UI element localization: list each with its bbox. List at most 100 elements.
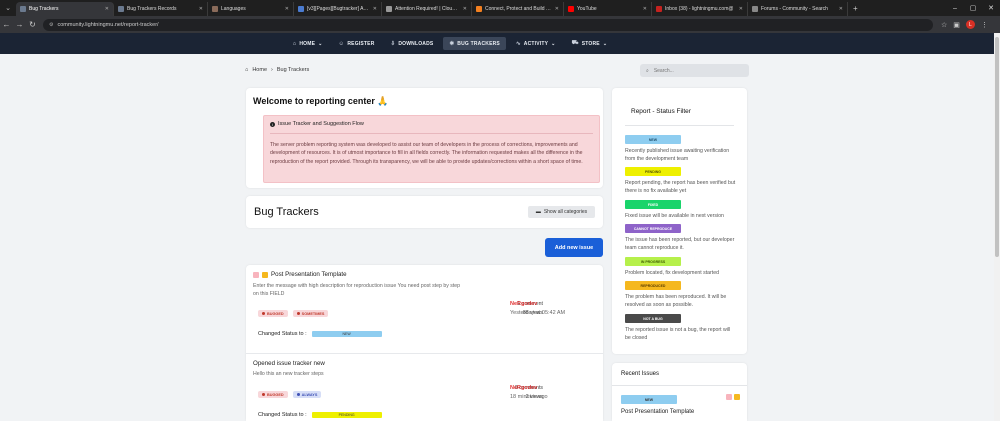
new-tab-button[interactable]: +	[848, 4, 863, 13]
breadcrumb-home[interactable]: Home	[252, 67, 267, 73]
tab-close-icon[interactable]: ✕	[739, 6, 743, 12]
alert-title: Issue Tracker and Suggestion Flow	[278, 121, 364, 127]
browser-tab[interactable]: Forums - Community - Search ✕	[748, 2, 848, 16]
tab-close-icon[interactable]: ✕	[285, 6, 289, 12]
search-input[interactable]	[653, 67, 734, 74]
close-window-icon[interactable]: ✕	[982, 0, 1000, 16]
status-badge-button[interactable]: CANNOT REPRODUCE	[625, 224, 681, 233]
author-name[interactable]: NeRgodev	[510, 384, 548, 393]
download-icon: ⇩	[390, 40, 396, 47]
tab-title: Bug Trackers	[29, 6, 59, 12]
sidebar-icon[interactable]: ▣	[953, 21, 960, 29]
tab-favicon-icon	[568, 6, 574, 12]
status-badge-button[interactable]: NEW	[625, 135, 681, 144]
author-name[interactable]: NeRgodev	[510, 300, 565, 309]
nav-item-label: HOME	[299, 40, 316, 47]
nav-item-activity[interactable]: ∿ ACTIVITY ⌄	[510, 37, 562, 50]
tab-title: Inbox (38) - lightningmu.com@	[665, 6, 734, 12]
home-icon: ⌂	[292, 40, 297, 47]
status-badge-button[interactable]: PENDING	[625, 167, 681, 176]
status-description: Fixed issue will be available in next ve…	[625, 213, 724, 219]
tag-dot-icon	[296, 393, 300, 396]
tab-close-icon[interactable]: ✕	[839, 6, 843, 12]
status-badge-button[interactable]: IN PROGRESS	[625, 257, 681, 266]
post-time: Yesterday at 05:42 AM	[510, 310, 566, 317]
site-info-icon[interactable]: ⚙	[49, 22, 53, 28]
browser-tab[interactable]: Bug Trackers ✕	[16, 2, 114, 16]
nav-item-home[interactable]: ⌂ HOME ⌄	[287, 37, 329, 50]
url-bar[interactable]: ⚙ community.lightningmu.net/report-track…	[43, 18, 933, 31]
status-badge-button[interactable]: FIXED	[625, 200, 681, 209]
issue-item[interactable]: Post Presentation Template Enter the mes…	[246, 265, 603, 353]
browser-menu-icon[interactable]: ⋮	[981, 21, 988, 29]
tag-dot-icon	[296, 312, 300, 315]
bug-icon: ✱	[449, 40, 455, 47]
status-filter-item: PENDING Report pending, the report has be…	[625, 167, 745, 195]
browser-tab[interactable]: Bug Trackers Records ✕	[114, 2, 208, 16]
show-all-categories-button[interactable]: ▬ Show all categories	[528, 206, 595, 218]
profile-avatar[interactable]: L	[965, 20, 975, 29]
tab-close-icon[interactable]: ✕	[105, 6, 109, 12]
info-alert: i Issue Tracker and Suggestion Flow The …	[263, 115, 600, 183]
issue-title[interactable]: Opened issue tracker new	[253, 360, 325, 367]
home-icon[interactable]: ⌂	[245, 67, 248, 73]
browser-tab[interactable]: Languages ✕	[208, 2, 294, 16]
issue-title[interactable]: Post Presentation Template	[271, 271, 347, 278]
tab-search-icon[interactable]: ⌄	[0, 0, 16, 16]
forward-icon[interactable]: →	[13, 18, 26, 31]
browser-tab[interactable]: Connect, Protect and Build Ever ✕	[472, 2, 564, 16]
browser-tab[interactable]: [v3][Pages][Bugtracker] Advan ✕	[294, 2, 382, 16]
tab-close-icon[interactable]: ✕	[463, 6, 467, 12]
status-filter-item: NEW Recently published issue awaiting ver…	[625, 135, 745, 163]
nav-item-label: REGISTER	[347, 40, 375, 47]
tab-close-icon[interactable]: ✕	[373, 6, 377, 12]
tab-close-icon[interactable]: ✕	[199, 6, 203, 12]
browser-tab-bar: ⌄ Bug Trackers ✕ Bug Trackers Records ✕ Lang…	[0, 0, 1000, 16]
alert-divider	[270, 133, 593, 134]
status-badge-button[interactable]: REPRODUCED	[625, 281, 681, 290]
scrollbar-thumb[interactable]	[995, 37, 999, 257]
nav-item-downloads[interactable]: ⇩ DOWNLOADS	[385, 37, 440, 50]
recent-issue-title[interactable]: Post Presentation Template	[621, 409, 694, 415]
breadcrumb-current: Bug Trackers	[276, 67, 310, 73]
status-description: The reported issue is not a bug, the rep…	[625, 327, 731, 342]
tab-favicon-icon	[212, 6, 218, 12]
browser-tab[interactable]: Inbox (38) - lightningmu.com@ ✕	[652, 2, 748, 16]
issue-item[interactable]: Opened issue tracker new Hello this an n…	[246, 353, 603, 421]
reload-icon[interactable]: ↻	[26, 18, 39, 31]
status-badge-button[interactable]: NOT A BUG	[625, 314, 681, 323]
bug-trackers-header: Bug Trackers ▬ Show all categories	[246, 196, 603, 228]
issue-description: Enter the message with high description …	[253, 283, 461, 298]
nav-item-label: ACTIVITY	[523, 40, 549, 47]
tab-close-icon[interactable]: ✕	[643, 6, 647, 12]
nav-item-bug-trackers[interactable]: ✱ BUG TRACKERS	[443, 37, 506, 50]
nav-item-store[interactable]: ⛟ STORE ⌄	[566, 37, 614, 50]
tab-close-icon[interactable]: ✕	[555, 6, 559, 12]
browser-tab[interactable]: YouTube ✕	[564, 2, 652, 16]
tag-label: SOMETIMES	[301, 311, 325, 316]
chevron-down-icon: ⌄	[551, 40, 556, 47]
tag-dot-icon	[262, 312, 265, 315]
add-new-issue-button[interactable]: Add new issue	[545, 238, 603, 257]
maximize-icon[interactable]: ▢	[964, 0, 982, 16]
welcome-title: Welcome to reporting center 🙏	[253, 96, 389, 106]
browser-tab[interactable]: Attention Required! | Cloudflare ✕	[382, 2, 472, 16]
tab-title: Forums - Community - Search	[761, 6, 828, 12]
status-filter-item: CANNOT REPRODUCE The issue has been repor…	[625, 224, 745, 252]
tab-favicon-icon	[752, 6, 758, 12]
page-scrollbar[interactable]	[994, 33, 1000, 421]
back-icon[interactable]: ←	[0, 18, 13, 31]
recent-status-badge[interactable]: NEW	[621, 395, 677, 404]
tab-favicon-icon	[656, 6, 662, 12]
issue-tags: BUGGED ALWAYS	[258, 391, 322, 398]
changed-status-label: Changed Status to :	[258, 412, 307, 418]
filter-title: Report - Status Filter	[631, 108, 691, 115]
bookmark-star-icon[interactable]: ☆	[941, 21, 947, 29]
recent-issues-panel: Recent Issues NEW Post Presentation Temp…	[612, 363, 747, 421]
tag-label: BUGGED	[267, 311, 284, 316]
tab-title: Bug Trackers Records	[127, 6, 177, 12]
minimize-icon[interactable]: –	[946, 0, 964, 16]
tab-title: YouTube	[577, 6, 597, 12]
search-box[interactable]: ⌕	[640, 64, 749, 77]
nav-item-register[interactable]: ☺ REGISTER	[333, 37, 381, 50]
